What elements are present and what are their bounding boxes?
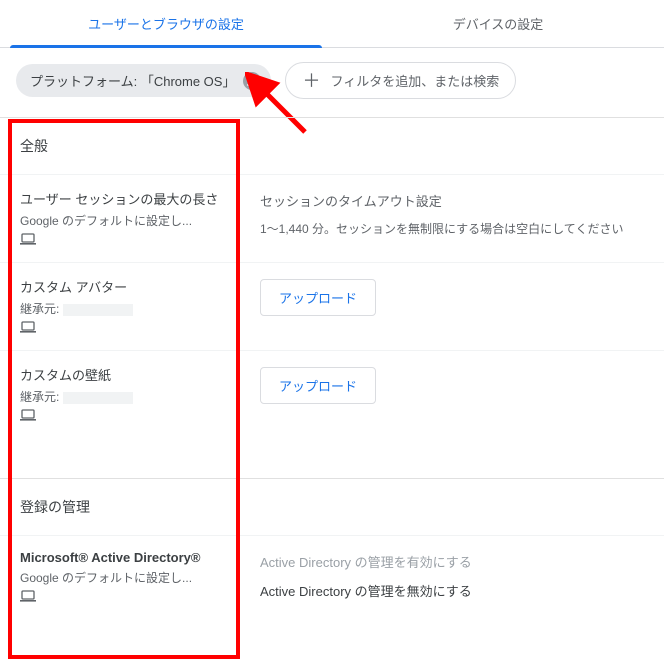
setting-subtext: Google のデフォルトに設定し... [20,569,222,586]
filter-chip-platform[interactable]: プラットフォーム: 「Chrome OS」 [16,64,271,97]
setting-row-custom-avatar: カスタム アバター 継承元: アップロード [0,262,664,350]
content: 全般 ユーザー セッションの最大の長さ Google のデフォルトに設定し...… [0,117,664,619]
section-title: 登録の管理 [20,499,90,515]
inherit-prefix: 継承元: [20,390,59,404]
setting-right: セッションのタイムアウト設定 1〜1,440 分。セッションを無制限にする場合は… [240,175,664,262]
setting-left[interactable]: カスタム アバター 継承元: [0,263,240,350]
upload-button[interactable]: アップロード [260,279,376,316]
section-enrollment: 登録の管理 Microsoft® Active Directory® Googl… [0,478,664,619]
close-icon[interactable] [243,72,261,90]
section-title: 全般 [20,138,48,154]
filter-bar: プラットフォーム: 「Chrome OS」 ＋ フィルタを追加、または検索 [0,48,664,117]
tab-user-browser-settings[interactable]: ユーザーとブラウザの設定 [0,0,332,47]
setting-right-desc: 1〜1,440 分。セッションを無制限にする場合は空白にしてください [260,220,644,237]
tab-label: デバイスの設定 [453,17,544,32]
setting-row-msad: Microsoft® Active Directory® Google のデフォ… [0,535,664,619]
setting-row-custom-wallpaper: カスタムの壁紙 継承元: アップロード [0,350,664,460]
plus-icon: ＋ [302,72,320,90]
button-label: アップロード [279,379,357,394]
filter-add-placeholder: フィルタを追加、または検索 [330,71,499,90]
setting-right: アップロード [240,263,664,350]
setting-right: Active Directory の管理を有効にする Active Direct… [240,536,664,619]
section-header-general: 全般 [0,118,664,174]
laptop-icon [20,233,36,245]
setting-subtext: 継承元: [20,388,222,405]
setting-left[interactable]: ユーザー セッションの最大の長さ Google のデフォルトに設定し... [0,175,240,262]
setting-row-session-length: ユーザー セッションの最大の長さ Google のデフォルトに設定し... セッ… [0,174,664,262]
laptop-icon [20,321,36,333]
setting-left[interactable]: カスタムの壁紙 継承元: [0,351,240,438]
section-header-enrollment: 登録の管理 [0,479,664,535]
setting-right-heading: セッションのタイムアウト設定 [260,191,644,210]
filter-add-input[interactable]: ＋ フィルタを追加、または検索 [285,62,516,99]
tabs: ユーザーとブラウザの設定 デバイスの設定 [0,0,664,48]
inherit-value-redacted [63,392,133,404]
upload-button[interactable]: アップロード [260,367,376,404]
tab-device-settings[interactable]: デバイスの設定 [332,0,664,47]
setting-subtext: Google のデフォルトに設定し... [20,212,222,229]
laptop-icon [20,590,36,602]
filter-chip-label: プラットフォーム: 「Chrome OS」 [30,71,235,90]
setting-option-enable: Active Directory の管理を有効にする [260,552,644,571]
laptop-icon [20,409,36,421]
setting-left[interactable]: Microsoft® Active Directory® Google のデフォ… [0,536,240,619]
setting-subtext: 継承元: [20,300,222,317]
button-label: アップロード [279,291,357,306]
setting-label: カスタムの壁紙 [20,365,222,384]
setting-label: Microsoft® Active Directory® [20,550,222,565]
setting-label: カスタム アバター [20,277,222,296]
setting-option-disable: Active Directory の管理を無効にする [260,581,644,600]
setting-right: アップロード [240,351,664,438]
setting-label: ユーザー セッションの最大の長さ [20,189,222,208]
section-general: 全般 ユーザー セッションの最大の長さ Google のデフォルトに設定し...… [0,117,664,460]
tab-label: ユーザーとブラウザの設定 [88,17,244,32]
inherit-value-redacted [63,304,133,316]
inherit-prefix: 継承元: [20,302,59,316]
